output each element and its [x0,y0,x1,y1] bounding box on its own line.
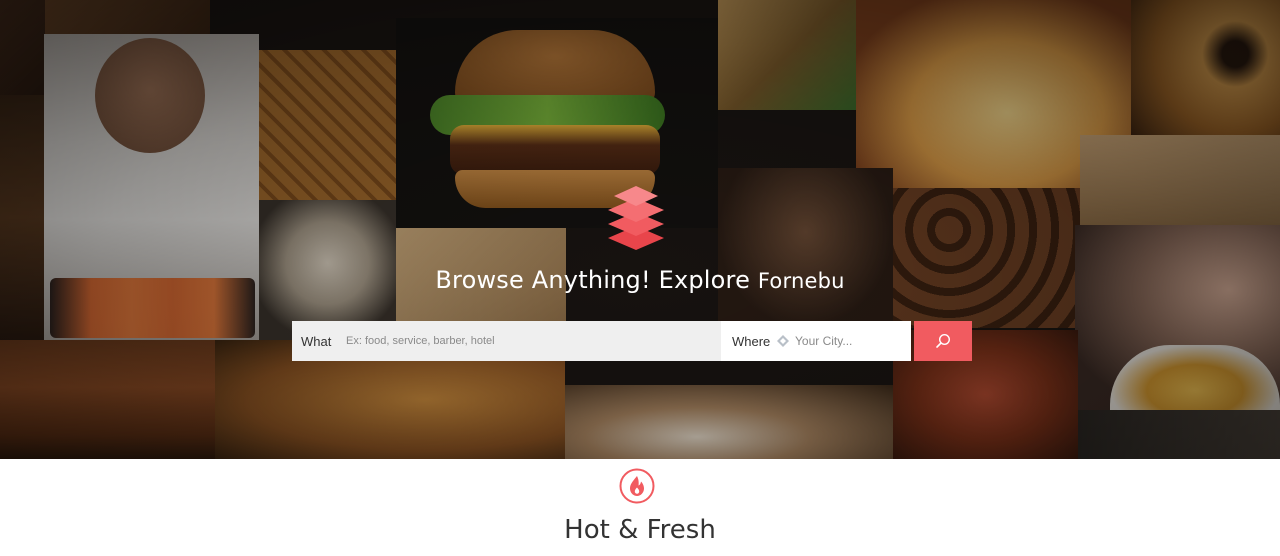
hero-banner: Browse Anything! Explore Fornebu What Wh… [0,0,1280,459]
where-field: Where [721,321,911,361]
what-input[interactable] [346,322,706,360]
what-field: What [292,321,721,361]
hero-headline-place: Fornebu [757,269,845,293]
search-button[interactable] [914,321,972,361]
layers-icon [608,186,664,250]
location-diamond-icon [775,333,791,349]
search-icon [936,333,951,348]
where-label: Where [732,333,771,349]
section-title: Hot & Fresh [564,515,716,545]
what-label: What [301,333,332,349]
search-form: What Where [292,321,972,361]
hero-headline-main: Browse Anything! Explore [435,266,751,294]
where-input[interactable] [795,322,905,360]
flame-icon [619,468,655,504]
hero-headline: Browse Anything! Explore Fornebu [0,266,1280,294]
